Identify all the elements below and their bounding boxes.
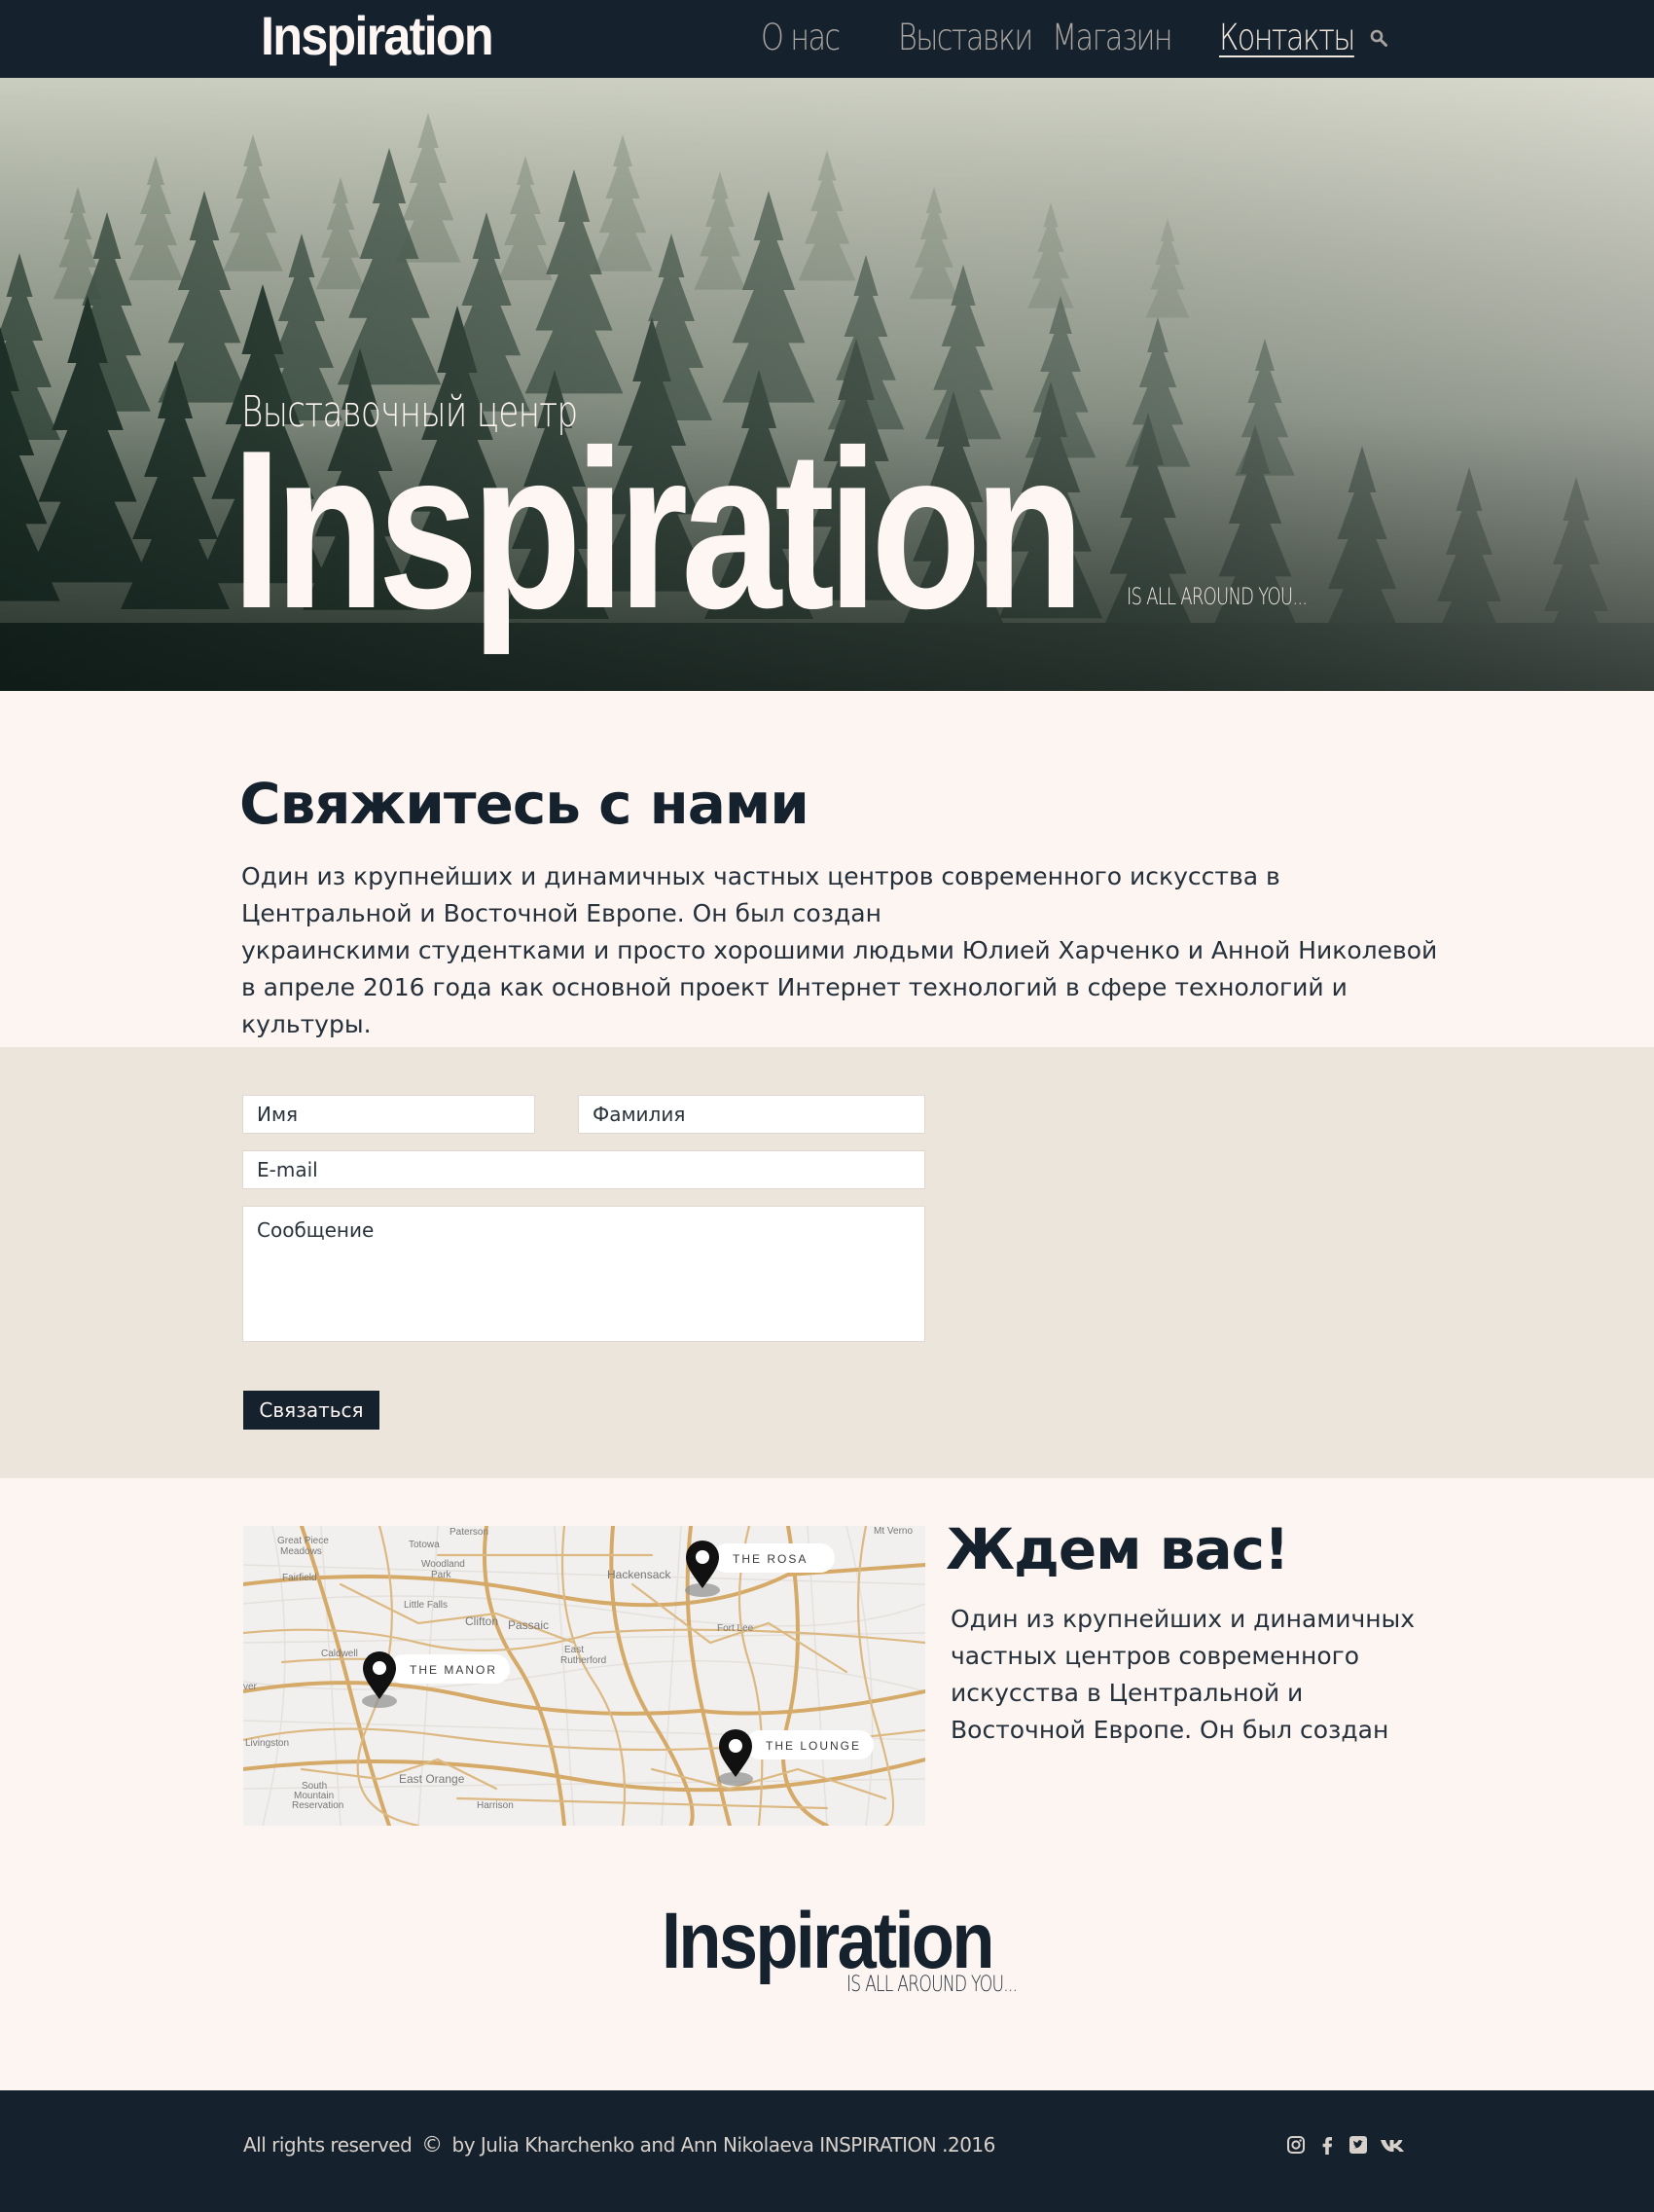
wait-description: Один из крупнейших и динамичных частных … — [951, 1605, 1416, 1744]
pin-label-the-manor: THE MANOR — [410, 1663, 497, 1677]
svg-text:Totowa: Totowa — [409, 1540, 440, 1550]
svg-text:Meadows: Meadows — [280, 1546, 322, 1557]
svg-text:Passaic: Passaic — [508, 1618, 549, 1632]
copyright-icon: © — [421, 2133, 443, 2158]
nav-item-contacts[interactable]: Контакты — [1219, 14, 1355, 62]
footer: All rights reserved © by Julia Kharchenk… — [0, 2090, 1654, 2212]
svg-text:Fairfield: Fairfield — [282, 1573, 317, 1583]
svg-text:Clifton: Clifton — [465, 1614, 498, 1628]
copyright-prefix: All rights reserved — [243, 2133, 413, 2157]
svg-text:East Orange: East Orange — [399, 1772, 465, 1786]
site-logo[interactable]: Inspiration — [261, 4, 494, 67]
svg-text:East: East — [564, 1645, 584, 1655]
facebook-icon[interactable] — [1317, 2134, 1337, 2156]
svg-text:Mt Verno: Mt Verno — [874, 1526, 913, 1537]
contact-description: Один из крупнейших и динамичных частных … — [241, 858, 1438, 1043]
twitter-icon[interactable] — [1348, 2134, 1368, 2156]
contact-text-line2: украинскими студентками и просто хорошим… — [241, 936, 1438, 1038]
location-map[interactable]: Great Piece Meadows Totowa Paterson Wood… — [243, 1526, 925, 1826]
message-field[interactable] — [242, 1206, 925, 1342]
svg-text:Reservation: Reservation — [292, 1800, 343, 1811]
email-field[interactable] — [242, 1150, 925, 1189]
svg-text:Fort Lee: Fort Lee — [717, 1623, 754, 1634]
pin-label-the-lounge: THE LOUNGE — [766, 1739, 861, 1753]
top-navbar: Inspiration О нас Выставки Магазин Конта… — [0, 0, 1654, 78]
nav-item-shop[interactable]: Магазин — [1052, 14, 1173, 62]
vk-icon[interactable] — [1380, 2134, 1409, 2156]
search-icon[interactable] — [1370, 29, 1387, 47]
svg-text:Paterson: Paterson — [449, 1527, 488, 1538]
svg-text:Little Falls: Little Falls — [404, 1600, 448, 1611]
first-name-field[interactable] — [242, 1095, 535, 1134]
svg-text:Park: Park — [431, 1570, 452, 1580]
svg-text:Caldwell: Caldwell — [321, 1649, 358, 1659]
copyright-text: All rights reserved © by Julia Kharchenk… — [243, 2133, 995, 2158]
svg-text:Hackensack: Hackensack — [607, 1568, 671, 1581]
hero-title: Inspiration — [232, 404, 1085, 656]
hero-banner: Выставочный центр Inspiration IS ALL ARO… — [0, 78, 1654, 691]
footer-logo-tagline: IS ALL AROUND YOU... — [846, 1973, 1018, 1997]
submit-button[interactable]: Связаться — [243, 1391, 379, 1430]
pin-label-the-rosa: THE ROSA — [733, 1552, 808, 1566]
last-name-field[interactable] — [578, 1095, 925, 1134]
svg-text:ver: ver — [243, 1682, 258, 1692]
contact-text-line1: Один из крупнейших и динамичных частных … — [241, 862, 1280, 927]
nav-item-about[interactable]: О нас — [761, 14, 841, 62]
contact-heading: Свяжитесь с нами — [239, 771, 809, 837]
wait-heading: Ждем вас! — [946, 1516, 1289, 1582]
svg-text:Livingston: Livingston — [245, 1738, 289, 1749]
svg-text:Woodland: Woodland — [421, 1559, 465, 1570]
instagram-icon[interactable] — [1286, 2134, 1306, 2156]
svg-text:Rutherford: Rutherford — [560, 1655, 606, 1666]
map-label-great-piece-meadows: Great Piece — [277, 1536, 329, 1546]
copyright-suffix: by Julia Kharchenko and Ann Nikolaeva IN… — [451, 2133, 996, 2157]
map-image: Great Piece Meadows Totowa Paterson Wood… — [243, 1526, 925, 1826]
hero-tagline: IS ALL AROUND YOU... — [1127, 583, 1308, 610]
nav-item-exhibitions[interactable]: Выставки — [898, 14, 1033, 62]
svg-text:Harrison: Harrison — [477, 1800, 514, 1811]
